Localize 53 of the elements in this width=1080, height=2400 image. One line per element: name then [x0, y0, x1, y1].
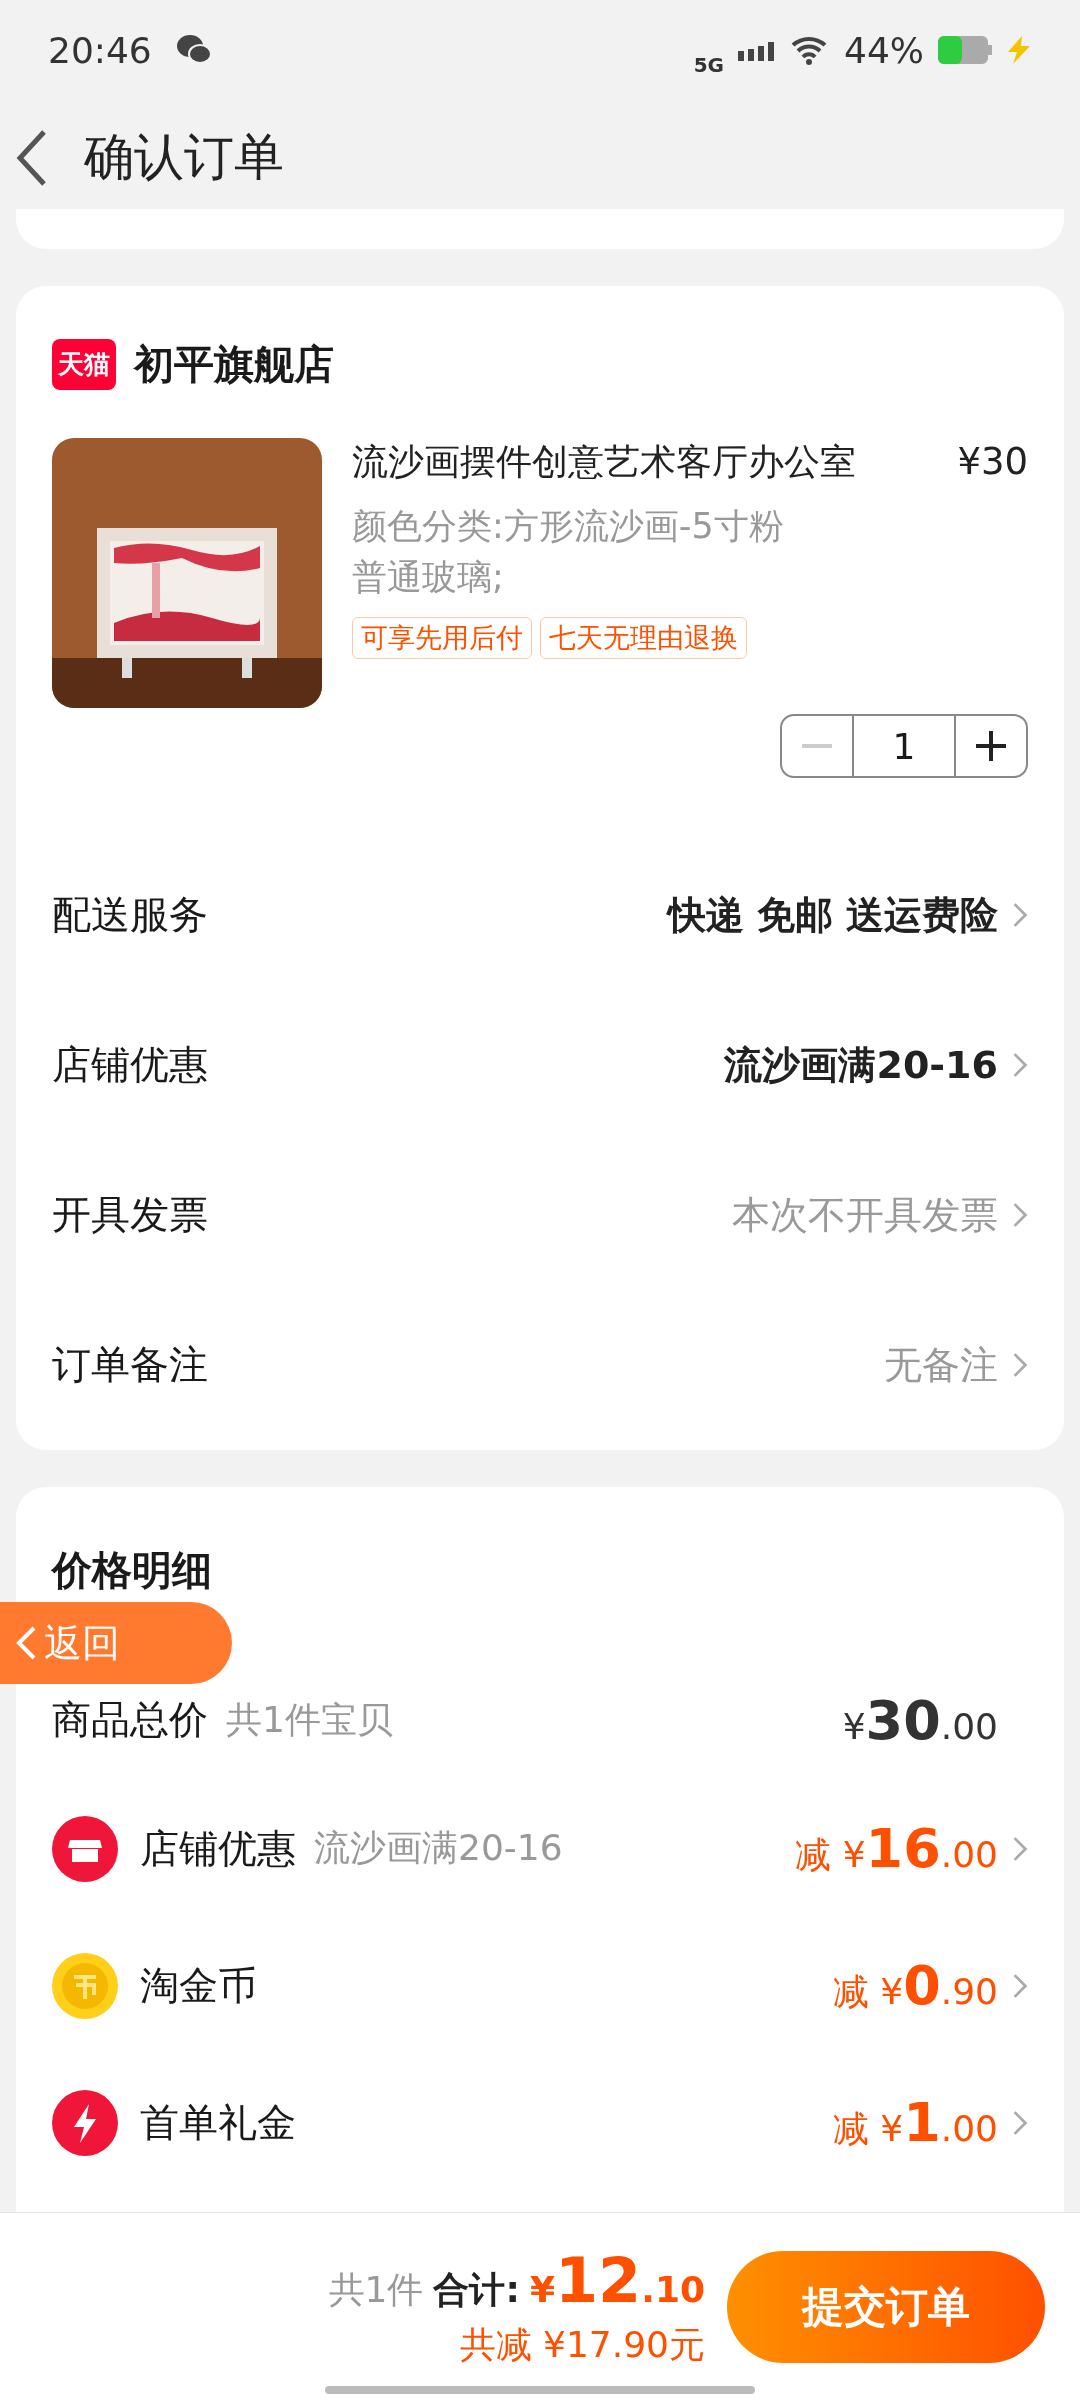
row-value[interactable]: 流沙画满20-16 [724, 1039, 998, 1091]
submit-button[interactable]: 提交订单 [727, 2250, 1045, 2363]
store-name[interactable]: 初平旗舰店 [134, 336, 334, 392]
price-label: 商品总价 [52, 1696, 208, 1744]
discount-label: 首单礼金 [140, 2098, 296, 2147]
plus-icon [976, 731, 1006, 761]
chevron-right-icon [1012, 902, 1028, 928]
network-label: 5G [693, 53, 724, 77]
discount-amount[interactable]: 减 ¥16.00 [795, 1817, 998, 1880]
row-value[interactable]: 本次不开具发票 [732, 1189, 998, 1241]
charging-icon [1006, 36, 1032, 64]
section-title: 价格明细 [52, 1546, 213, 1595]
total-amount: ¥12.10 [529, 2243, 705, 2317]
battery-icon [938, 36, 992, 64]
discount-label: 淘金币 [140, 1961, 257, 2010]
chevron-right-icon [1012, 1202, 1028, 1228]
chevron-right-icon [1012, 1835, 1028, 1862]
lightning-icon [52, 2089, 118, 2156]
status-time: 20:46 [48, 29, 152, 71]
item-count: 共1件 [328, 2267, 424, 2312]
row-label: 开具发票 [52, 1191, 209, 1239]
back-button[interactable]: 返回 [0, 1602, 232, 1684]
chevron-left-icon [14, 1625, 38, 1661]
minus-icon [802, 744, 832, 748]
total-label: 合计: [433, 2267, 520, 2312]
discount-amount[interactable]: 减 ¥0.90 [832, 1954, 998, 2017]
coin-icon [52, 1952, 118, 2019]
chevron-right-icon [1012, 1052, 1028, 1078]
row-label: 店铺优惠 [52, 1041, 209, 1089]
page-title: 确认订单 [84, 127, 284, 188]
saved-amount: 共减 ¥17.90元 [459, 2322, 705, 2367]
discount-amount[interactable]: 减 ¥1.00 [832, 2091, 998, 2154]
price-note: 共1件宝贝 [226, 1697, 394, 1742]
signal-icon [738, 39, 776, 61]
service-tag: 七天无理由退换 [540, 616, 747, 659]
product-price: ¥30 [957, 440, 1028, 483]
product-title[interactable]: 流沙画摆件创意艺术客厅办公室 [352, 438, 856, 487]
price-amount: ¥30.00 [842, 1688, 998, 1752]
battery-percent: 44% [844, 29, 924, 71]
row-label: 订单备注 [52, 1341, 209, 1389]
row-value[interactable]: 无备注 [884, 1339, 998, 1391]
chevron-right-icon [1012, 1352, 1028, 1378]
row-value[interactable]: 快递 免邮 送运费险 [667, 889, 998, 941]
discount-note: 流沙画满20-16 [314, 1827, 563, 1868]
chevron-right-icon [1012, 2109, 1028, 2136]
row-label: 配送服务 [52, 891, 209, 939]
store-badge: 天猫 [52, 338, 116, 390]
service-tag: 可享先用后付 [352, 616, 532, 659]
product-spec: 颜色分类:方形流沙画-5寸粉 普通玻璃; [352, 505, 785, 599]
chevron-right-icon [1012, 1972, 1028, 1999]
discount-label: 店铺优惠 [140, 1824, 296, 1873]
shop-icon [52, 1815, 118, 1882]
quantity-value[interactable]: 1 [852, 716, 956, 776]
